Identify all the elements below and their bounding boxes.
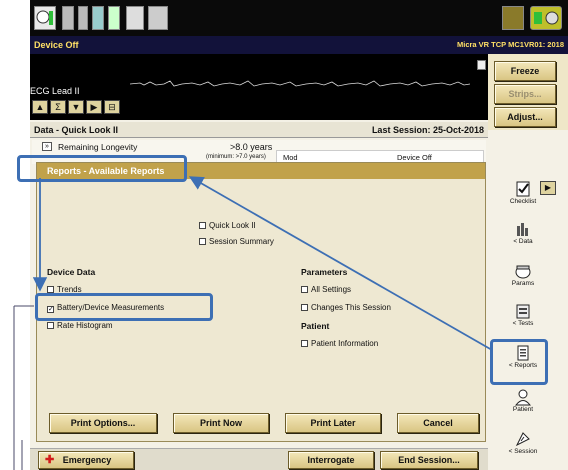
annotation-arrows xyxy=(13,176,493,470)
arrow-reports-to-dialog xyxy=(188,176,493,351)
